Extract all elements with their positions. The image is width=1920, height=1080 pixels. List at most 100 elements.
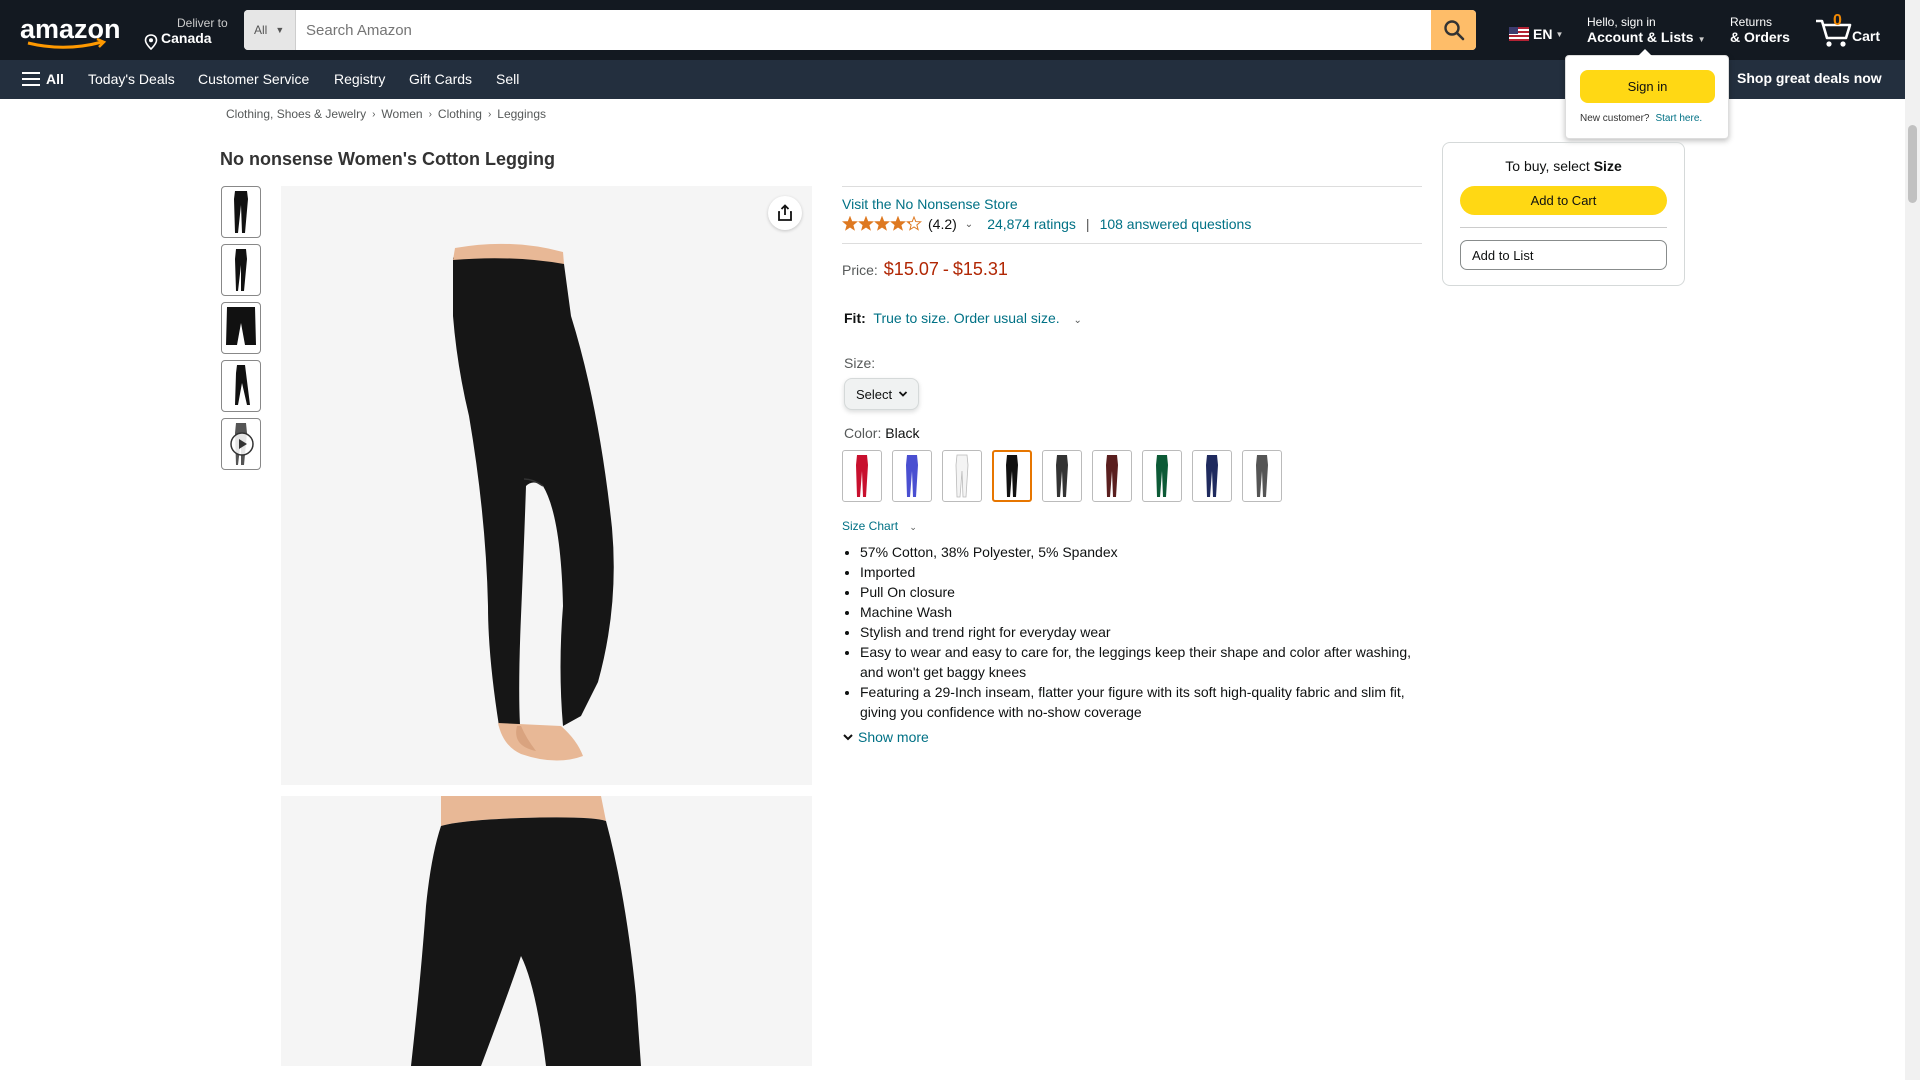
returns-label: Returns [1730, 15, 1773, 29]
breadcrumb-item-leggings[interactable]: Leggings [497, 107, 546, 121]
thumbnail-video[interactable] [221, 418, 261, 470]
breadcrumb-item-clothing[interactable]: Clothing [438, 107, 482, 121]
color-swatches [842, 450, 1292, 502]
amazon-logo[interactable]: amazon [20, 14, 120, 50]
leggings-swatch-icon [1056, 455, 1068, 497]
search-dept-label: All [254, 23, 268, 37]
rating-value: (4.2) [928, 216, 957, 232]
share-icon [778, 204, 792, 221]
star-icon [906, 216, 922, 231]
fit-value-link[interactable]: True to size. Order usual size. [873, 310, 1059, 326]
chevron-right-icon: › [487, 108, 492, 120]
cart-button[interactable]: 0 Cart [1814, 12, 1884, 52]
all-menu-button[interactable]: All [22, 71, 64, 87]
size-chart-link[interactable]: Size Chart [842, 519, 898, 533]
breadcrumb-item-clothing-shoes-jewelry[interactable]: Clothing, Shoes & Jewelry [226, 107, 366, 121]
start-here-link[interactable]: Start here. [1655, 113, 1702, 124]
feature-bullet: Stylish and trend right for everyday wea… [860, 622, 1420, 642]
leggings-back-image [411, 796, 641, 1066]
chevron-down-icon[interactable]: ⌄ [965, 219, 973, 230]
star-rating-icon[interactable] [842, 216, 922, 232]
caret-down-icon: ▼ [1555, 29, 1564, 39]
leggings-swatch-icon [906, 455, 918, 497]
top-nav: amazon Deliver to Canada All ▼ EN ▼ Hell… [0, 0, 1905, 60]
size-dropdown[interactable]: Select [844, 378, 919, 410]
nav-promo-link[interactable]: Shop great deals now [1737, 70, 1882, 86]
size-dropdown-value: Select [856, 386, 893, 402]
add-to-list-button[interactable]: Add to List [1460, 240, 1667, 270]
language-selector[interactable]: EN ▼ [1509, 26, 1563, 42]
nav-link-todays-deals[interactable]: Today's Deals [88, 71, 175, 87]
signin-flyout: Sign in New customer? Start here. [1565, 49, 1729, 139]
color-swatch[interactable] [842, 450, 882, 502]
account-lists[interactable]: Hello, sign in Account & Lists ▼ [1587, 15, 1706, 45]
buy-box-heading-bold: Size [1593, 158, 1622, 174]
color-swatch[interactable] [1242, 450, 1282, 502]
main-product-image[interactable] [281, 186, 812, 785]
feature-bullet: 57% Cotton, 38% Polyester, 5% Spandex [860, 542, 1420, 562]
color-swatch[interactable] [992, 450, 1032, 502]
leggings-swatch-icon [1006, 455, 1018, 497]
feature-bullets: 57% Cotton, 38% Polyester, 5% SpandexImp… [860, 542, 1420, 722]
nav-link-gift-cards[interactable]: Gift Cards [409, 71, 472, 87]
divider [842, 243, 1422, 244]
star-icon [842, 216, 858, 231]
color-label-text: Color: [844, 425, 882, 441]
color-swatch[interactable] [1142, 450, 1182, 502]
separator: | [1085, 216, 1090, 232]
ratings-count-link[interactable]: 24,874 ratings [987, 216, 1076, 232]
store-link[interactable]: Visit the No Nonsense Store [842, 196, 1018, 212]
star-icon [874, 216, 890, 231]
thumbnail-image[interactable] [221, 186, 261, 238]
leggings-swatch-icon [856, 455, 868, 497]
nav-link-sell[interactable]: Sell [496, 71, 519, 87]
color-label: Color: Black [844, 425, 919, 441]
thumbnail-image[interactable] [221, 302, 261, 354]
chevron-down-icon[interactable]: ⌄ [1074, 315, 1082, 326]
star-icon [858, 216, 874, 231]
search-icon [1443, 20, 1464, 41]
color-swatch[interactable] [1192, 450, 1232, 502]
search-input[interactable] [296, 10, 1431, 50]
color-value: Black [885, 425, 920, 441]
answered-questions-link[interactable]: 108 answered questions [1100, 216, 1252, 232]
buy-box: To buy, select Size Add to Cart Add to L… [1442, 142, 1685, 286]
thumbnail-image[interactable] [221, 360, 261, 412]
nav-link-customer-service[interactable]: Customer Service [198, 71, 309, 87]
fit-label: Fit: [844, 310, 866, 326]
orders-label: & Orders [1730, 29, 1790, 45]
location-pin-icon [144, 34, 158, 50]
color-swatch[interactable] [1092, 450, 1132, 502]
second-product-image[interactable] [281, 796, 812, 1066]
thumbnail-image[interactable] [221, 244, 261, 296]
chevron-down-icon[interactable]: ⌄ [909, 522, 917, 532]
leggings-thumbnail-icon [226, 307, 256, 345]
scrollbar-thumb[interactable] [1908, 125, 1917, 203]
signin-button[interactable]: Sign in [1580, 70, 1715, 103]
all-menu-label: All [46, 71, 64, 87]
search-button[interactable] [1431, 10, 1476, 50]
fit-row: Fit: True to size. Order usual size. ⌄ [844, 310, 1082, 326]
add-to-cart-button[interactable]: Add to Cart [1460, 186, 1667, 215]
color-swatch[interactable] [892, 450, 932, 502]
page-scrollbar[interactable] [1905, 0, 1920, 1080]
show-more-row[interactable]: Show more [842, 729, 929, 745]
share-button[interactable] [768, 196, 802, 230]
chevron-down-icon [899, 391, 908, 397]
leggings-thumbnail-icon [234, 191, 248, 233]
color-swatch[interactable] [1042, 450, 1082, 502]
nav-link-registry[interactable]: Registry [334, 71, 385, 87]
caret-down-icon: ▼ [275, 25, 285, 35]
show-more-link[interactable]: Show more [858, 729, 929, 745]
language-label: EN [1533, 26, 1553, 42]
deliver-to[interactable]: Deliver to Canada [143, 16, 228, 50]
account-greeting: Hello, sign in [1587, 15, 1656, 29]
us-flag-icon [1509, 27, 1529, 41]
breadcrumb-item-women[interactable]: Women [381, 107, 422, 121]
color-swatch[interactable] [942, 450, 982, 502]
returns-orders[interactable]: Returns & Orders [1730, 15, 1790, 45]
divider [1460, 227, 1667, 228]
search-department-select[interactable]: All ▼ [244, 10, 296, 50]
price-dash: - [942, 259, 949, 279]
price-high: $15.31 [952, 259, 1008, 279]
